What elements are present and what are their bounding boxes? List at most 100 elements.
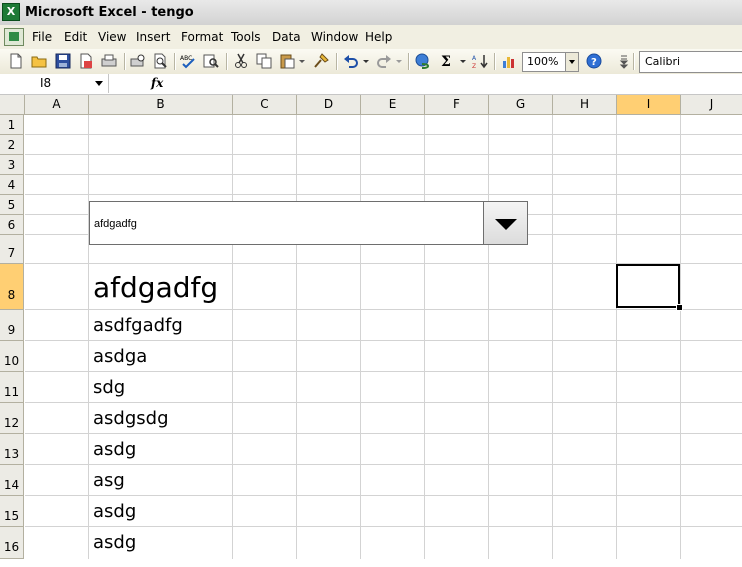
cell-grid[interactable] xyxy=(25,115,742,559)
insert-function-icon[interactable]: fx xyxy=(151,76,163,90)
column-header-e[interactable]: E xyxy=(361,95,425,114)
column-header-i[interactable]: I xyxy=(617,95,681,114)
print-icon[interactable] xyxy=(101,53,117,69)
row-header-11[interactable]: 11 xyxy=(0,372,24,403)
row-header-1[interactable]: 1 xyxy=(0,115,24,135)
select-all-corner[interactable] xyxy=(0,95,25,114)
active-cell-i8[interactable] xyxy=(616,264,683,311)
name-box[interactable]: I8 xyxy=(0,74,109,93)
open-folder-icon[interactable] xyxy=(31,53,47,69)
column-header-b[interactable]: B xyxy=(89,95,233,114)
chart-wizard-icon[interactable] xyxy=(501,53,517,69)
toolbar-separator xyxy=(226,53,228,70)
combo-box-value[interactable]: afdgadfg xyxy=(94,218,137,230)
research-icon[interactable] xyxy=(203,53,219,69)
menu-file[interactable]: File xyxy=(32,30,52,44)
row-header-5[interactable]: 5 xyxy=(0,195,24,215)
redo-dropdown-icon[interactable] xyxy=(394,53,404,69)
zoom-dropdown-icon[interactable] xyxy=(565,53,578,71)
grid-line xyxy=(25,174,742,175)
toolbar-separator xyxy=(174,53,176,70)
zoom-select[interactable]: 100% xyxy=(522,52,579,72)
permission-icon[interactable] xyxy=(78,53,94,69)
grid-line xyxy=(25,526,742,527)
grid-line xyxy=(25,134,742,135)
menu-tools[interactable]: Tools xyxy=(231,30,261,44)
menu-data[interactable]: Data xyxy=(272,30,301,44)
cell-b11[interactable]: sdg xyxy=(93,377,125,398)
formula-bar: I8 fx xyxy=(0,74,742,95)
column-header-f[interactable]: F xyxy=(425,95,489,114)
cell-b14[interactable]: asg xyxy=(93,470,125,491)
row-header-12[interactable]: 12 xyxy=(0,403,24,434)
menu-window[interactable]: Window xyxy=(311,30,358,44)
autosum-dropdown-icon[interactable] xyxy=(458,53,468,69)
row-header-7[interactable]: 7 xyxy=(0,235,24,264)
toolbar-options-icon[interactable] xyxy=(619,53,629,69)
row-header-14[interactable]: 14 xyxy=(0,465,24,496)
workbook-icon[interactable] xyxy=(4,28,24,46)
row-header-15[interactable]: 15 xyxy=(0,496,24,527)
cell-b15[interactable]: asdg xyxy=(93,501,136,522)
cell-b16[interactable]: asdg xyxy=(93,532,136,553)
help-icon[interactable]: ? xyxy=(586,53,602,69)
spelling-icon[interactable]: ABC xyxy=(180,53,196,69)
row-header-13[interactable]: 13 xyxy=(0,434,24,465)
row-header-10[interactable]: 10 xyxy=(0,341,24,372)
excel-app-icon[interactable]: X xyxy=(2,3,20,21)
grid-line xyxy=(25,340,742,341)
name-box-dropdown-icon[interactable] xyxy=(95,81,103,90)
cell-b10[interactable]: asdga xyxy=(93,346,147,367)
row-header-2[interactable]: 2 xyxy=(0,135,24,155)
column-header-j[interactable]: J xyxy=(681,95,742,114)
undo-dropdown-icon[interactable] xyxy=(361,53,371,69)
new-document-icon[interactable] xyxy=(8,53,24,69)
preview-magnifier-icon[interactable] xyxy=(152,53,168,69)
window-title: Microsoft Excel - tengo xyxy=(25,5,194,20)
combo-dropdown-arrow-icon[interactable] xyxy=(483,202,527,244)
menu-insert[interactable]: Insert xyxy=(136,30,170,44)
row-header-6[interactable]: 6 xyxy=(0,215,24,235)
font-name-select[interactable]: Calibri xyxy=(639,51,742,73)
combo-box-control[interactable]: afdgadfg xyxy=(89,201,528,245)
hyperlink-icon[interactable] xyxy=(415,53,431,69)
copy-icon[interactable] xyxy=(256,53,272,69)
redo-icon[interactable] xyxy=(376,53,392,69)
row-header-16[interactable]: 16 xyxy=(0,527,24,559)
column-header-h[interactable]: H xyxy=(553,95,617,114)
cell-b12[interactable]: asdgsdg xyxy=(93,408,169,429)
cell-b9[interactable]: asdfgadfg xyxy=(93,315,183,336)
grid-line xyxy=(296,115,297,559)
format-painter-icon[interactable] xyxy=(313,53,329,69)
menu-help[interactable]: Help xyxy=(365,30,392,44)
column-header-a[interactable]: A xyxy=(25,95,89,114)
row-header-9[interactable]: 9 xyxy=(0,310,24,341)
row-header-3[interactable]: 3 xyxy=(0,155,24,175)
print-preview-icon[interactable] xyxy=(130,53,146,69)
save-icon[interactable] xyxy=(55,53,71,69)
toolbar-separator xyxy=(494,53,496,70)
row-header-8[interactable]: 8 xyxy=(0,264,24,310)
cut-icon[interactable] xyxy=(233,53,249,69)
grid-line xyxy=(488,115,489,559)
cell-b13[interactable]: asdg xyxy=(93,439,136,460)
column-header-d[interactable]: D xyxy=(297,95,361,114)
undo-icon[interactable] xyxy=(343,53,359,69)
grid-line xyxy=(25,495,742,496)
svg-text:A: A xyxy=(472,55,477,62)
grid-line xyxy=(25,402,742,403)
paste-dropdown-icon[interactable] xyxy=(297,53,307,69)
row-header-4[interactable]: 4 xyxy=(0,175,24,195)
column-header-c[interactable]: C xyxy=(233,95,297,114)
grid-line xyxy=(552,115,553,559)
toolbar-separator xyxy=(124,53,126,70)
paste-icon[interactable] xyxy=(279,53,295,69)
menu-edit[interactable]: Edit xyxy=(64,30,87,44)
grid-line xyxy=(25,309,742,310)
menu-view[interactable]: View xyxy=(98,30,126,44)
cell-b8[interactable]: afdgadfg xyxy=(93,271,218,304)
sort-ascending-icon[interactable]: AZ xyxy=(472,53,488,70)
menu-format[interactable]: Format xyxy=(181,30,223,44)
column-header-g[interactable]: G xyxy=(489,95,553,114)
autosum-icon[interactable]: Σ xyxy=(440,53,456,70)
